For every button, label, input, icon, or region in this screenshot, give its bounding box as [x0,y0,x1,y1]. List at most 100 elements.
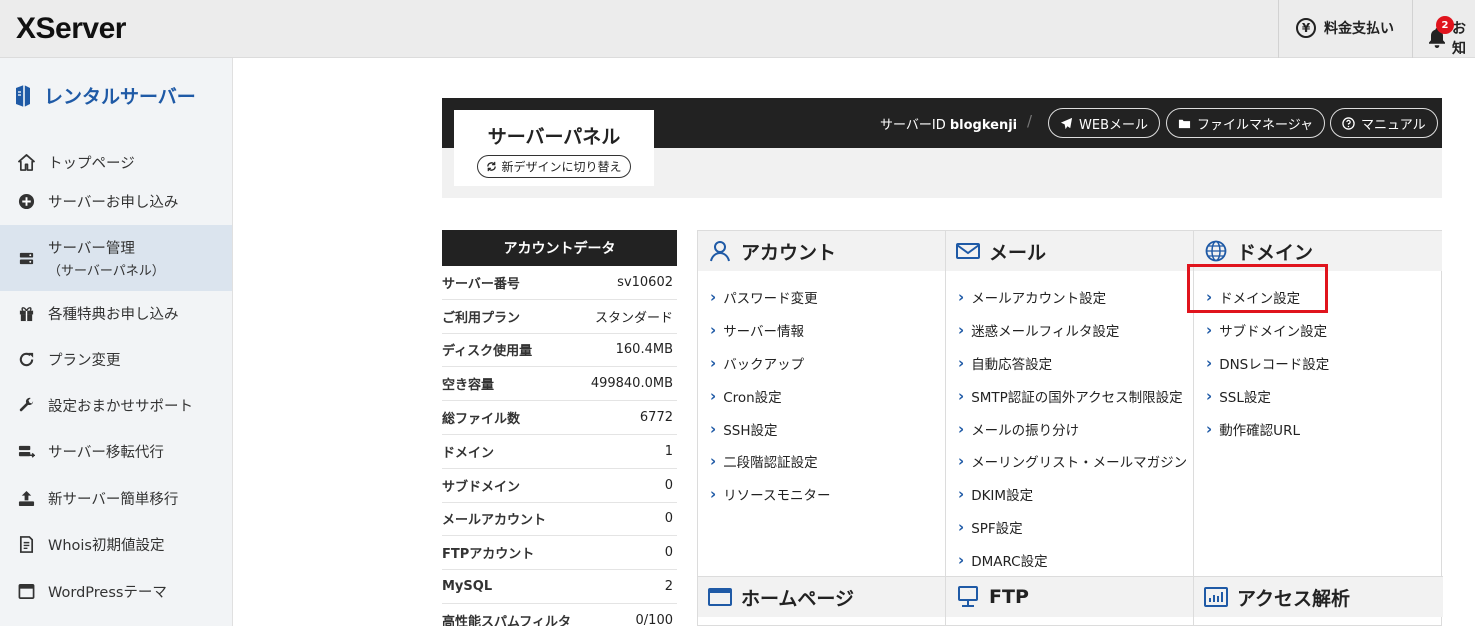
home-icon [17,153,35,171]
sidebar-item-label: 新サーバー簡単移行 [48,491,179,508]
sidebar-item-benefits[interactable]: 各種特典お申し込み [0,292,232,334]
table-row: メールアカウント 0 [442,503,677,537]
refresh-icon [17,350,35,368]
bar-chart-icon [1204,587,1228,607]
sidebar-item-whois[interactable]: Whois初期値設定 [0,523,232,565]
sidebar: レンタルサーバー トップページ サーバーお申し込み サーバー管理 （サーバーパネ… [0,58,233,626]
link-ssl[interactable]: SSL設定 [1194,379,1442,412]
table-row: サブドメイン 0 [442,469,677,503]
sidebar-item-sublabel: （サーバーパネル） [48,264,165,279]
sidebar-item-easy-migration[interactable]: 新サーバー簡単移行 [0,476,232,520]
file-manager-label: ファイルマネージャ [1197,117,1314,133]
ftp-section-header: FTP [946,577,1193,617]
link-dns-record[interactable]: DNSレコード設定 [1194,347,1442,380]
monitor-icon [958,586,978,607]
mail-section-header: メール [946,231,1193,271]
notifications-button[interactable]: 2 お知 [1428,16,1475,58]
sidebar-item-top-page[interactable]: トップページ [0,142,232,182]
link-spf[interactable]: SPF設定 [946,511,1193,544]
gift-icon [17,304,35,322]
sidebar-title[interactable]: レンタルサーバー [14,82,196,109]
sidebar-item-label: 各種特典お申し込み [48,306,179,323]
billing-label: 料金支払い [1324,21,1394,37]
yen-icon: ¥ [1296,18,1316,38]
access-analysis-section-title: アクセス解析 [1237,587,1351,610]
row-value: 0 [664,545,673,561]
row-key: サーバー番号 [442,276,520,292]
row-key: メールアカウント [442,513,547,529]
ftp-section-title: FTP [989,586,1029,608]
table-row: ディスク使用量 160.4MB [442,334,677,368]
sidebar-item-wordpress-theme[interactable]: WordPressテーマ [0,570,232,612]
row-value: 2 [664,579,673,595]
link-mail-sorting[interactable]: メールの振り分け [946,412,1193,445]
link-mail-account[interactable]: メールアカウント設定 [946,281,1193,314]
table-row: サーバー番号 sv10602 [442,266,677,300]
sidebar-item-plan-change[interactable]: プラン変更 [0,338,232,380]
link-two-factor[interactable]: 二段階認証設定 [698,445,945,478]
link-mailing-list[interactable]: メーリングリスト・メールマガジン [946,445,1193,478]
link-password-change[interactable]: パスワード変更 [698,281,945,314]
bell-icon: 2 [1428,16,1454,49]
file-manager-button[interactable]: ファイルマネージャ [1166,108,1326,138]
notification-count-badge: 2 [1436,16,1454,34]
sidebar-item-label: トップページ [48,155,135,172]
link-server-info[interactable]: サーバー情報 [698,314,945,347]
account-section-header: アカウント [698,231,945,271]
mail-section-title: メール [989,241,1047,264]
row-value: 499840.0MB [590,376,673,392]
billing-button[interactable]: ¥ 料金支払い [1296,18,1394,38]
homepage-section-header: ホームページ [698,577,945,617]
link-auto-reply[interactable]: 自動応答設定 [946,347,1193,380]
link-spam-filter[interactable]: 迷惑メールフィルタ設定 [946,314,1193,347]
xserver-logo[interactable]: XServer [16,12,126,46]
row-value: 160.4MB [615,342,673,358]
link-backup[interactable]: バックアップ [698,347,945,380]
server-box-icon [16,84,30,107]
domain-section-title: ドメイン [1237,241,1314,264]
row-value: 0/100 [635,612,673,626]
table-row: ドメイン 1 [442,435,677,469]
table-row: 空き容量 499840.0MB [442,367,677,402]
server-move-icon [17,442,35,460]
mail-section: メール メールアカウント設定 迷惑メールフィルタ設定 自動応答設定 SMTP認証… [946,231,1194,576]
link-cron[interactable]: Cron設定 [698,379,945,412]
homepage-section: ホームページ [698,576,946,626]
sidebar-title-label: レンタルサーバー [44,86,196,108]
row-key: サブドメイン [442,479,521,495]
sidebar-item-server-management[interactable]: サーバー管理 （サーバーパネル） [0,225,232,291]
link-smtp-restriction[interactable]: SMTP認証の国外アクセス制限設定 [946,379,1193,412]
webmail-button[interactable]: WEBメール [1048,108,1160,138]
folder-icon [1178,119,1191,128]
sidebar-item-server-transfer[interactable]: サーバー移転代行 [0,430,232,472]
row-value: 0 [664,511,673,527]
row-key: FTPアカウント [442,547,535,563]
new-design-toggle-button[interactable]: 新デザインに切り替え [477,155,631,178]
link-ssh[interactable]: SSH設定 [698,412,945,445]
link-test-url[interactable]: 動作確認URL [1194,412,1442,445]
upload-icon [17,489,35,507]
manual-button[interactable]: マニュアル [1330,108,1438,138]
link-subdomain-settings[interactable]: サブドメイン設定 [1194,314,1442,347]
table-row: 総ファイル数 6772 [442,401,677,435]
panel-title: サーバーパネル [487,126,621,148]
notice-label: お知 [1452,21,1466,57]
link-domain-settings[interactable]: ドメイン設定 [1194,281,1442,314]
row-value: sv10602 [617,274,673,290]
link-resource-monitor[interactable]: リソースモニター [698,478,945,511]
link-dkim[interactable]: DKIM設定 [946,478,1193,511]
menu-grid: アカウント パスワード変更 サーバー情報 バックアップ Cron設定 SSH設定… [697,230,1443,626]
sidebar-item-label: プラン変更 [48,352,121,369]
divider [1412,0,1413,58]
sidebar-item-setup-support[interactable]: 設定おまかせサポート [0,384,232,426]
sidebar-item-server-apply[interactable]: サーバーお申し込み [0,180,232,222]
table-row: FTPアカウント 0 [442,536,677,571]
account-section-title: アカウント [741,241,837,264]
link-dmarc[interactable]: DMARC設定 [946,543,1193,576]
domain-section-header: ドメイン [1194,231,1442,271]
divider [1278,0,1279,58]
wrench-icon [17,396,35,414]
row-value: 1 [664,443,673,459]
account-data-title: アカウントデータ [442,230,677,266]
top-bar: XServer ¥ 料金支払い 2 お知 [0,0,1475,58]
